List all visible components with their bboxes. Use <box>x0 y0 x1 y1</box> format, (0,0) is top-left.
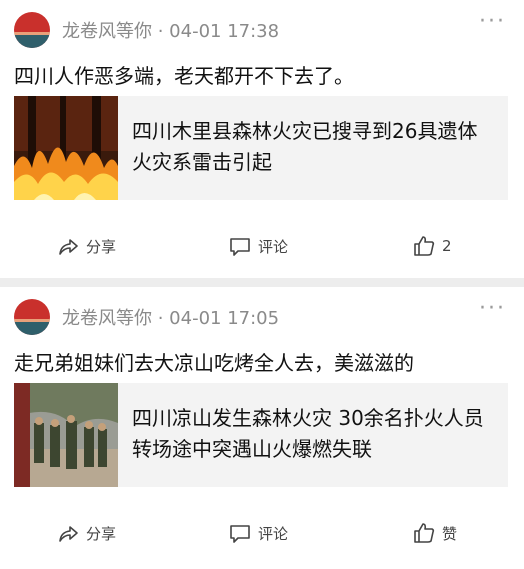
share-icon <box>59 239 78 255</box>
post-time: 04-01 17:05 <box>169 308 280 329</box>
thumbs-up-icon <box>414 236 435 256</box>
post-meta: 龙卷风等你 · 04-01 17:38 <box>62 17 279 43</box>
more-options-icon[interactable]: ··· <box>479 11 506 33</box>
meta-separator: · <box>152 21 170 42</box>
share-label: 分享 <box>86 237 117 256</box>
like-label: 赞 <box>442 524 458 543</box>
like-button[interactable]: 2 <box>412 226 452 266</box>
share-button[interactable]: 分享 <box>56 513 116 553</box>
post-meta: 龙卷风等你 · 04-01 17:05 <box>62 304 279 330</box>
like-count: 2 <box>442 237 452 255</box>
forest-fire-thumbnail <box>14 96 118 200</box>
firefighters-thumbnail <box>14 383 118 487</box>
comment-icon <box>230 238 250 256</box>
comment-button[interactable]: 评论 <box>228 226 288 266</box>
comment-button[interactable]: 评论 <box>228 513 288 553</box>
post-actions: 分享 评论 2 <box>0 226 524 266</box>
author-name[interactable]: 龙卷风等你 <box>62 308 152 329</box>
post-actions: 分享 评论 赞 <box>0 513 524 553</box>
sunset-avatar-icon <box>14 12 50 48</box>
thumbs-up-icon <box>414 523 435 543</box>
comment-label: 评论 <box>258 524 289 543</box>
feed-post: 龙卷风等你 · 04-01 17:05 ··· 走兄弟姐妹们去大凉山吃烤全人去，… <box>0 287 524 569</box>
feed-post: 龙卷风等你 · 04-01 17:38 ··· 四川人作恶多端，老天都开不下去了… <box>0 0 524 278</box>
share-label: 分享 <box>86 524 117 543</box>
share-icon <box>59 526 78 542</box>
card-title: 四川木里县森林火灾已搜寻到26具遗体 火灾系雷击引起 <box>132 119 478 174</box>
post-text: 走兄弟姐妹们去大凉山吃烤全人去，美滋滋的 <box>14 351 414 375</box>
post-time: 04-01 17:38 <box>169 21 280 42</box>
news-link-card[interactable]: 四川木里县森林火灾已搜寻到26具遗体 火灾系雷击引起 <box>14 96 508 200</box>
comment-label: 评论 <box>258 237 289 256</box>
meta-separator: · <box>152 308 170 329</box>
more-options-icon[interactable]: ··· <box>479 298 506 320</box>
sunset-avatar-icon <box>14 299 50 335</box>
avatar[interactable] <box>14 12 50 48</box>
comment-icon <box>230 525 250 543</box>
author-name[interactable]: 龙卷风等你 <box>62 21 152 42</box>
like-button[interactable]: 赞 <box>412 513 457 553</box>
news-link-card[interactable]: 四川凉山发生森林火灾 30余名扑火人员转场途中突遇山火爆燃失联 <box>14 383 508 487</box>
card-title: 四川凉山发生森林火灾 30余名扑火人员转场途中突遇山火爆燃失联 <box>132 406 484 461</box>
share-button[interactable]: 分享 <box>56 226 116 266</box>
avatar[interactable] <box>14 299 50 335</box>
post-text: 四川人作恶多端，老天都开不下去了。 <box>14 64 354 88</box>
